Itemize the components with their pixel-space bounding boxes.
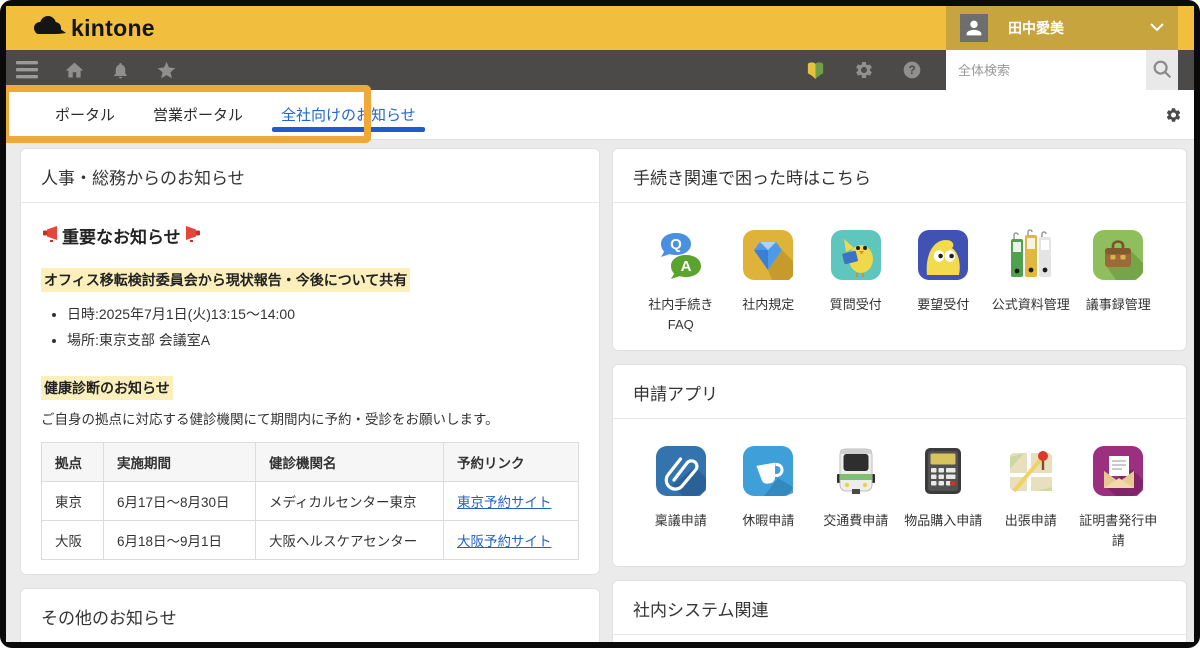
kintone-window: kintone 田中愛美 <box>6 6 1194 642</box>
request-app-grid: 稟議申請 <box>613 419 1186 566</box>
nav-left-icons <box>16 60 177 81</box>
portal-settings-gear-icon[interactable] <box>1165 106 1182 123</box>
paperclip-icon <box>655 445 707 502</box>
app-meeting-minutes[interactable]: 議事録管理 <box>1075 229 1163 334</box>
svg-text:Q: Q <box>670 236 682 253</box>
user-name: 田中愛美 <box>1008 18 1064 38</box>
systems-panel-title: 社内システム関連 <box>613 581 1186 635</box>
office-relocation-details: 日時:2025年7月1日(火)13:15〜14:00 場所:東京支部 会議室A <box>49 302 579 354</box>
qa-bubbles-icon: Q A <box>655 229 707 286</box>
svg-text:A: A <box>680 258 691 275</box>
hr-panel-body: 重要なお知らせ オフィス移転検討委員会から現状報告・今後について共有 日時:20… <box>21 203 599 574</box>
megaphone-icon <box>41 224 59 247</box>
tab-sales-portal[interactable]: 営業ポータル <box>134 90 262 139</box>
procedures-app-grid: Q A 社内手続き FAQ <box>613 203 1186 350</box>
tokyo-reservation-link[interactable]: 東京予約サイト <box>457 495 552 510</box>
health-checkup-table: 拠点 実施期間 健診機関名 予約リンク 東京 6月17日〜8月30日 メディカル… <box>41 442 579 560</box>
bell-icon[interactable] <box>111 60 130 81</box>
calculator-icon <box>917 445 969 502</box>
home-icon[interactable] <box>64 60 85 81</box>
help-icon[interactable]: ? <box>902 60 922 80</box>
request-apps-panel: 申請アプリ 稟議申請 <box>612 364 1187 567</box>
internal-systems-panel: 社内システム関連 社内システム FAQ <box>612 580 1187 642</box>
procedures-panel-title: 手続き関連で困った時はこちら <box>613 149 1186 203</box>
col-organization: 健診機関名 <box>256 442 444 481</box>
app-question-desk[interactable]: 質問受付 <box>812 229 900 334</box>
user-menu[interactable]: 田中愛美 <box>946 6 1178 50</box>
map-pin-icon <box>1005 445 1057 502</box>
nav-bar: ? <box>6 50 1194 90</box>
app-business-trip-request[interactable]: 出張申請 <box>987 445 1075 550</box>
gear-icon[interactable] <box>854 60 874 80</box>
office-relocation-title: オフィス移転検討委員会から現状報告・今後について共有 <box>41 268 410 292</box>
col-reservation-link: 予約リンク <box>444 442 579 481</box>
beginner-mark-icon[interactable] <box>805 60 826 81</box>
header-bar: kintone 田中愛美 <box>6 6 1194 50</box>
right-column: 手続き関連で困った時はこちら Q A 社内手続き FAQ <box>612 148 1187 642</box>
kintone-logo[interactable]: kintone <box>30 13 155 44</box>
search-icon <box>1151 58 1173 83</box>
osaka-reservation-link[interactable]: 大阪予約サイト <box>457 534 552 549</box>
app-vacation-request[interactable]: 休暇申請 <box>725 445 813 550</box>
app-ringi-request[interactable]: 稟議申請 <box>637 445 725 550</box>
chick-laptop-icon <box>830 229 882 286</box>
tab-company-announcements[interactable]: 全社向けのお知らせ <box>262 90 435 139</box>
table-row: 東京 6月17日〜8月30日 メディカルセンター東京 東京予約サイト <box>42 481 579 520</box>
chevron-down-icon <box>1150 19 1164 37</box>
important-notice-heading: 重要なお知らせ <box>41 223 579 248</box>
coffee-cup-icon <box>742 445 794 502</box>
left-column: 人事・総務からのお知らせ 重要なお知らせ オフィス移転検討委員会から現状報告・今… <box>20 148 600 642</box>
portal-tab-bar: ポータル 営業ポータル 全社向けのお知らせ <box>6 90 1194 140</box>
systems-panel-body: 社内システム FAQ IT相談窓口 <box>613 635 1186 642</box>
train-icon <box>830 445 882 502</box>
app-internal-rules[interactable]: 社内規定 <box>725 229 813 334</box>
portal-tabs: ポータル 営業ポータル 全社向けのお知らせ <box>36 90 435 139</box>
health-checkup-title: 健康診断のお知らせ <box>41 376 173 400</box>
screenshot-frame: kintone 田中愛美 <box>0 0 1200 648</box>
kintone-logo-text: kintone <box>71 15 155 42</box>
svg-text:?: ? <box>908 64 915 77</box>
col-site: 拠点 <box>42 442 104 481</box>
app-official-documents[interactable]: 公式資料管理 <box>987 229 1075 334</box>
table-row: 大阪 6月18日〜9月1日 大阪ヘルスケアセンター 大阪予約サイト <box>42 520 579 559</box>
app-purchase-request[interactable]: 物品購入申請 <box>900 445 988 550</box>
meeting-place: 場所:東京支部 会議室A <box>67 328 579 354</box>
tab-portal[interactable]: ポータル <box>36 90 134 139</box>
star-icon[interactable] <box>156 60 177 81</box>
hr-panel-title: 人事・総務からのお知らせ <box>21 149 599 203</box>
binders-icon <box>1005 229 1057 286</box>
hamburger-menu-icon[interactable] <box>16 61 38 79</box>
bird-face-icon <box>917 229 969 286</box>
hr-announcements-panel: 人事・総務からのお知らせ 重要なお知らせ オフィス移転検討委員会から現状報告・今… <box>20 148 600 575</box>
request-panel-title: 申請アプリ <box>613 365 1186 419</box>
health-checkup-note: ご自身の拠点に対応する健診機関にて期間内に予約・受診をお願いします。 <box>41 408 579 428</box>
diamond-icon <box>742 229 794 286</box>
megaphone-icon <box>184 224 202 247</box>
briefcase-icon <box>1092 229 1144 286</box>
app-transport-expense-request[interactable]: 交通費申請 <box>812 445 900 550</box>
other-announcements-panel: その他のお知らせ お知らせ配信: 配信一覧 1 - 3(3件中) <box>20 588 600 642</box>
app-request-desk[interactable]: 要望受付 <box>900 229 988 334</box>
search-button[interactable] <box>1146 50 1178 90</box>
procedures-panel: 手続き関連で困った時はこちら Q A 社内手続き FAQ <box>612 148 1187 351</box>
table-header-row: 拠点 実施期間 健診機関名 予約リンク <box>42 442 579 481</box>
portal-content: 人事・総務からのお知らせ 重要なお知らせ オフィス移転検討委員会から現状報告・今… <box>6 140 1194 642</box>
user-avatar <box>960 14 988 42</box>
col-period: 実施期間 <box>104 442 256 481</box>
app-certificate-issue-request[interactable]: 証明書発行申請 <box>1075 445 1163 550</box>
nav-right-icons: ? <box>805 60 922 81</box>
global-search <box>946 50 1178 90</box>
envelope-icon <box>1092 445 1144 502</box>
search-input[interactable] <box>946 50 1146 90</box>
meeting-datetime: 日時:2025年7月1日(火)13:15〜14:00 <box>67 302 579 328</box>
app-internal-procedures-faq[interactable]: Q A 社内手続き FAQ <box>637 229 725 334</box>
other-panel-title: その他のお知らせ <box>21 589 599 642</box>
kintone-cloud-icon <box>30 13 66 44</box>
